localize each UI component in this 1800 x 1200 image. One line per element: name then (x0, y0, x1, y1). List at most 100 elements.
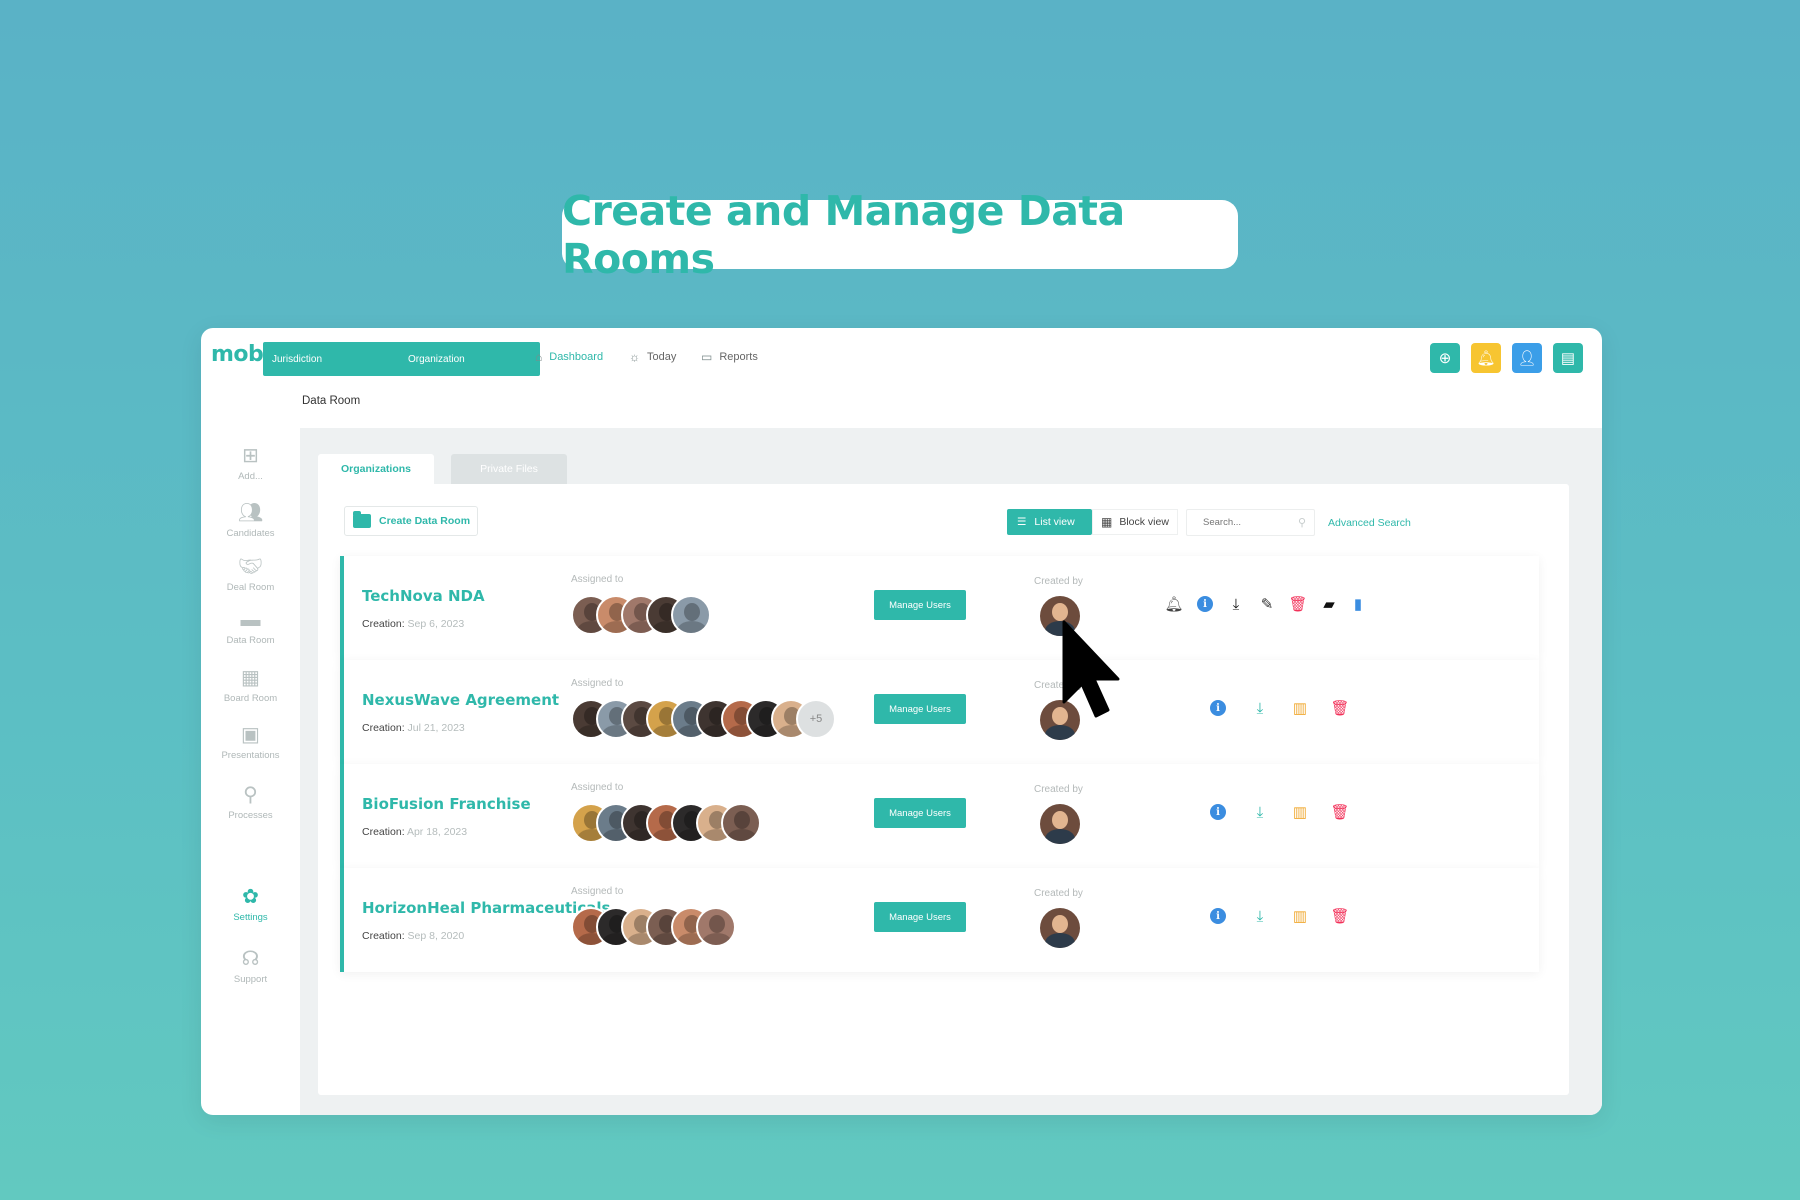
sidebar-item-support[interactable]: ☊ Support (201, 946, 300, 985)
headset-icon: ☊ (241, 948, 260, 970)
bell-icon: 🔔︎ (1476, 350, 1496, 367)
info-icon[interactable]: i (1210, 908, 1226, 924)
mouse-cursor-icon (1062, 620, 1120, 718)
room-creation: Creation: Sep 8, 2020 (362, 930, 464, 942)
sidebar-item-label: Board Room (223, 693, 278, 704)
delete-icon[interactable]: 🗑︎ (1330, 698, 1350, 718)
presentation-icon: ▣ (241, 724, 260, 746)
nav-today[interactable]: ☼ Today (629, 350, 676, 364)
nav-dashboard[interactable]: ⌂ Dashboard (535, 350, 603, 364)
creation-date: Sep 8, 2020 (407, 930, 465, 942)
sidebar-item-label: Presentations (221, 750, 280, 761)
gear-icon: ✿ (242, 886, 259, 908)
creator-avatar (1040, 804, 1080, 844)
users-icon: 👥︎ (237, 502, 264, 524)
sidebar-item-label: Add... (238, 471, 263, 482)
room-creation: Creation: Apr 18, 2023 (362, 826, 467, 838)
advanced-search-link[interactable]: Advanced Search (1328, 517, 1411, 529)
creation-label: Creation: (362, 826, 405, 838)
data-room-row: NexusWave Agreement Creation: Jul 21, 20… (340, 660, 1539, 764)
assigned-to-label: Assigned to (571, 678, 624, 689)
tab-private-files[interactable]: Private Files (451, 454, 567, 484)
manage-users-button[interactable]: Manage Users (874, 798, 966, 828)
sidebar-item-presentations[interactable]: ▣ Presentations (201, 722, 300, 761)
manage-users-button[interactable]: Manage Users (874, 902, 966, 932)
jurisdiction-select[interactable]: Jurisdiction (263, 342, 404, 376)
app-window: mob|lu Jurisdiction Organization ⌂ Dashb… (201, 328, 1602, 1115)
sidebar-item-label: Processes (228, 810, 273, 821)
user-settings-button[interactable]: 👤︎ (1512, 343, 1542, 373)
create-data-room-button[interactable]: Create Data Room (344, 506, 478, 536)
chat-button[interactable]: ▤ (1553, 343, 1583, 373)
list-view-button[interactable]: ☰ List view (1007, 509, 1092, 535)
tab-organizations[interactable]: Organizations (318, 454, 434, 484)
bar-chart-icon[interactable]: ▥ (1290, 906, 1310, 926)
room-title[interactable]: BioFusion Franchise (362, 795, 531, 813)
creation-date: Sep 6, 2023 (407, 618, 465, 630)
room-title[interactable]: NexusWave Agreement (362, 691, 559, 709)
sidebar-item-add[interactable]: ⊞ Add... (201, 443, 300, 482)
info-icon[interactable]: i (1210, 804, 1226, 820)
home-icon: ⌂ (535, 350, 543, 364)
process-icon: ⚲ (243, 784, 258, 806)
manage-users-button[interactable]: Manage Users (874, 694, 966, 724)
creation-label: Creation: (362, 930, 405, 942)
room-title[interactable]: HorizonHeal Pharmaceuticals (362, 899, 610, 917)
info-icon[interactable]: i (1197, 596, 1213, 612)
headline-banner: Create and Manage Data Rooms (562, 187, 1238, 283)
block-view-button[interactable]: ▦ Block view (1092, 509, 1178, 535)
sidebar-item-candidates[interactable]: 👥︎ Candidates (201, 500, 300, 539)
info-icon[interactable]: i (1210, 700, 1226, 716)
bar-chart-icon[interactable]: ▥ (1290, 698, 1310, 718)
download-icon[interactable]: ⤓ (1250, 802, 1270, 822)
create-data-room-label: Create Data Room (379, 515, 471, 527)
add-button[interactable]: ⊕ (1430, 343, 1460, 373)
avatar (696, 907, 736, 947)
sidebar-item-label: Data Room (226, 635, 275, 646)
delete-icon[interactable]: 🗑︎ (1288, 594, 1308, 614)
bell-icon[interactable]: 🔔︎ (1164, 594, 1184, 614)
download-icon[interactable]: ⤓ (1226, 594, 1246, 614)
organization-select[interactable]: Organization (399, 342, 540, 376)
list-view-label: List view (1034, 516, 1075, 528)
search-field[interactable]: ⚲ (1186, 509, 1315, 536)
delete-icon[interactable]: 🗑︎ (1330, 802, 1350, 822)
edit-icon[interactable]: ✎ (1257, 594, 1277, 614)
sun-icon: ☼ (629, 350, 640, 364)
creation-date: Jul 21, 2023 (407, 722, 465, 734)
room-creation: Creation: Jul 21, 2023 (362, 722, 465, 734)
assigned-to-label: Assigned to (571, 574, 624, 585)
more-assignees-badge[interactable]: +5 (796, 699, 836, 739)
search-icon: ⚲ (1297, 517, 1306, 529)
sidebar-item-board-room[interactable]: ▦ Board Room (201, 665, 300, 704)
handshake-icon: 🤝︎ (237, 556, 264, 578)
grid-icon: ▦ (1101, 515, 1113, 529)
created-by-label: Created by (1034, 888, 1083, 899)
sidebar-item-data-room[interactable]: ▬ Data Room (201, 609, 300, 646)
chat-icon: ▤ (1560, 350, 1576, 367)
download-icon[interactable]: ⤓ (1250, 698, 1270, 718)
bar-chart-icon[interactable]: ▥ (1290, 802, 1310, 822)
creator-avatar (1040, 908, 1080, 948)
search-input[interactable] (1203, 517, 1283, 528)
add-square-icon: ⊞ (242, 445, 259, 467)
creation-date: Apr 18, 2023 (406, 826, 468, 838)
nav-reports[interactable]: ▭ Reports (701, 350, 758, 364)
download-icon[interactable]: ⤓ (1250, 906, 1270, 926)
sidebar-item-label: Support (233, 974, 268, 985)
delete-icon[interactable]: 🗑︎ (1330, 906, 1350, 926)
manage-users-button[interactable]: Manage Users (874, 590, 966, 620)
avatar (721, 803, 761, 843)
sidebar-item-settings[interactable]: ✿ Settings (201, 884, 300, 923)
assigned-to-label: Assigned to (571, 782, 624, 793)
folder-add-icon[interactable]: ▰ (1319, 594, 1339, 614)
bar-chart-icon[interactable]: ▮ (1348, 594, 1368, 614)
notifications-button[interactable]: 🔔︎ (1471, 343, 1501, 373)
sidebar-item-deal-room[interactable]: 🤝︎ Deal Room (201, 554, 300, 593)
created-by-label: Created by (1034, 576, 1083, 587)
list-icon: ☰ (1017, 516, 1027, 528)
room-title[interactable]: TechNova NDA (362, 587, 485, 605)
created-by-label: Created by (1034, 784, 1083, 795)
block-view-label: Block view (1119, 516, 1169, 528)
sidebar-item-processes[interactable]: ⚲ Processes (201, 782, 300, 821)
